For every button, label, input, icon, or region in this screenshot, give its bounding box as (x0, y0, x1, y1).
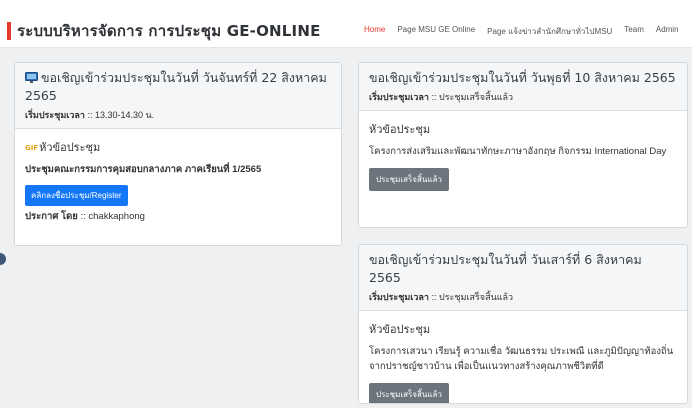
meeting-card-body: GIFหัวข้อประชุม ประชุมคณะกรรมการคุมสอบกล… (15, 129, 341, 234)
side-edge-marker (0, 253, 6, 265)
meeting-title: ขอเชิญเข้าร่วมประชุมในวันที่ วันพุธที่ 1… (369, 70, 676, 85)
topic-text: โครงการเสวนา เรียนรู้ ความเชื่อ วัฒนธรรม… (369, 346, 674, 372)
meeting-card-1: ขอเชิญเข้าร่วมประชุมในวันที่ วันจันทร์ที… (14, 62, 342, 246)
meeting-time: เริ่มประชุมเวลา :: ประชุมเสร็จสิ้นแล้ว (369, 290, 677, 304)
meeting-finished-button[interactable]: ประชุมเสร็จสิ้นแล้ว (369, 168, 449, 191)
meeting-time: เริ่มประชุมเวลา :: 13.30-14.30 น. (25, 108, 331, 122)
topic-text: โครงการส่งเสริมและพัฒนาทักษะภาษาอังกฤษ ก… (369, 146, 667, 157)
register-button[interactable]: คลิกลงชื่อประชุม/Register (25, 185, 128, 206)
site-title[interactable]: ระบบบริหารจัดการ การประชุม GE-ONLINE (17, 19, 321, 43)
nav-admin[interactable]: Admin⌄ (656, 25, 692, 38)
meeting-card-body: หัวข้อประชุม โครงการเสวนา เรียนรู้ ความเ… (359, 311, 687, 403)
meeting-time: เริ่มประชุมเวลา :: ประชุมเสร็จสิ้นแล้ว (369, 90, 677, 104)
nav-msu-ge-online[interactable]: Page MSU GE Online (397, 25, 475, 38)
meeting-card-header: ขอเชิญเข้าร่วมประชุมในวันที่ วันเสาร์ที่… (359, 245, 687, 311)
time-value: :: ประชุมเสร็จสิ้นแล้ว (431, 292, 514, 302)
nav-admin-label: Admin (655, 25, 679, 34)
topic-heading: GIFหัวข้อประชุม (25, 138, 331, 156)
top-navbar: ระบบบริหารจัดการ การประชุม GE-ONLINE Hom… (0, 0, 692, 48)
posted-value: :: chakkaphong (80, 211, 145, 222)
monitor-icon (25, 70, 38, 83)
time-label: เริ่มประชุมเวลา (25, 110, 85, 120)
topic-heading-text: หัวข้อประชุม (39, 141, 101, 154)
nav-home[interactable]: Home (364, 25, 385, 38)
topic-text: ประชุมคณะกรรมการคุมสอบกลางภาค ภาคเรียนที… (25, 164, 262, 175)
nav-team[interactable]: Team (624, 25, 644, 38)
meeting-finished-button[interactable]: ประชุมเสร็จสิ้นแล้ว (369, 383, 449, 403)
time-value: :: ประชุมเสร็จสิ้นแล้ว (431, 92, 514, 102)
meeting-card-3: ขอเชิญเข้าร่วมประชุมในวันที่ วันเสาร์ที่… (358, 244, 688, 404)
posted-label: ประกาศ โดย (25, 211, 78, 222)
posted-by: ประกาศ โดย :: chakkaphong (25, 209, 331, 224)
time-value: :: 13.30-14.30 น. (87, 110, 155, 120)
meeting-card-header: ขอเชิญเข้าร่วมประชุมในวันที่ วันพุธที่ 1… (359, 63, 687, 111)
gif-icon: GIF (25, 144, 39, 152)
meeting-title-text: ขอเชิญเข้าร่วมประชุมในวันที่ วันจันทร์ที… (25, 70, 327, 103)
brand-accent-bar (7, 22, 11, 40)
topic-heading: หัวข้อประชุม (369, 323, 431, 336)
main-nav: Home Page MSU GE Online Page แจ้งข่าวสำน… (364, 25, 692, 38)
time-label: เริ่มประชุมเวลา (369, 292, 429, 302)
time-label: เริ่มประชุมเวลา (369, 92, 429, 102)
meeting-title: ขอเชิญเข้าร่วมประชุมในวันที่ วันเสาร์ที่… (369, 252, 642, 285)
meeting-card-2: ขอเชิญเข้าร่วมประชุมในวันที่ วันพุธที่ 1… (358, 62, 688, 228)
meeting-card-body: หัวข้อประชุม โครงการส่งเสริมและพัฒนาทักษ… (359, 111, 687, 201)
meeting-card-header: ขอเชิญเข้าร่วมประชุมในวันที่ วันจันทร์ที… (15, 63, 341, 129)
nav-news-page[interactable]: Page แจ้งข่าวสำนักศึกษาทั่วไปMSU (487, 25, 612, 38)
meeting-title: ขอเชิญเข้าร่วมประชุมในวันที่ วันจันทร์ที… (25, 69, 331, 105)
topic-heading: หัวข้อประชุม (369, 123, 431, 136)
